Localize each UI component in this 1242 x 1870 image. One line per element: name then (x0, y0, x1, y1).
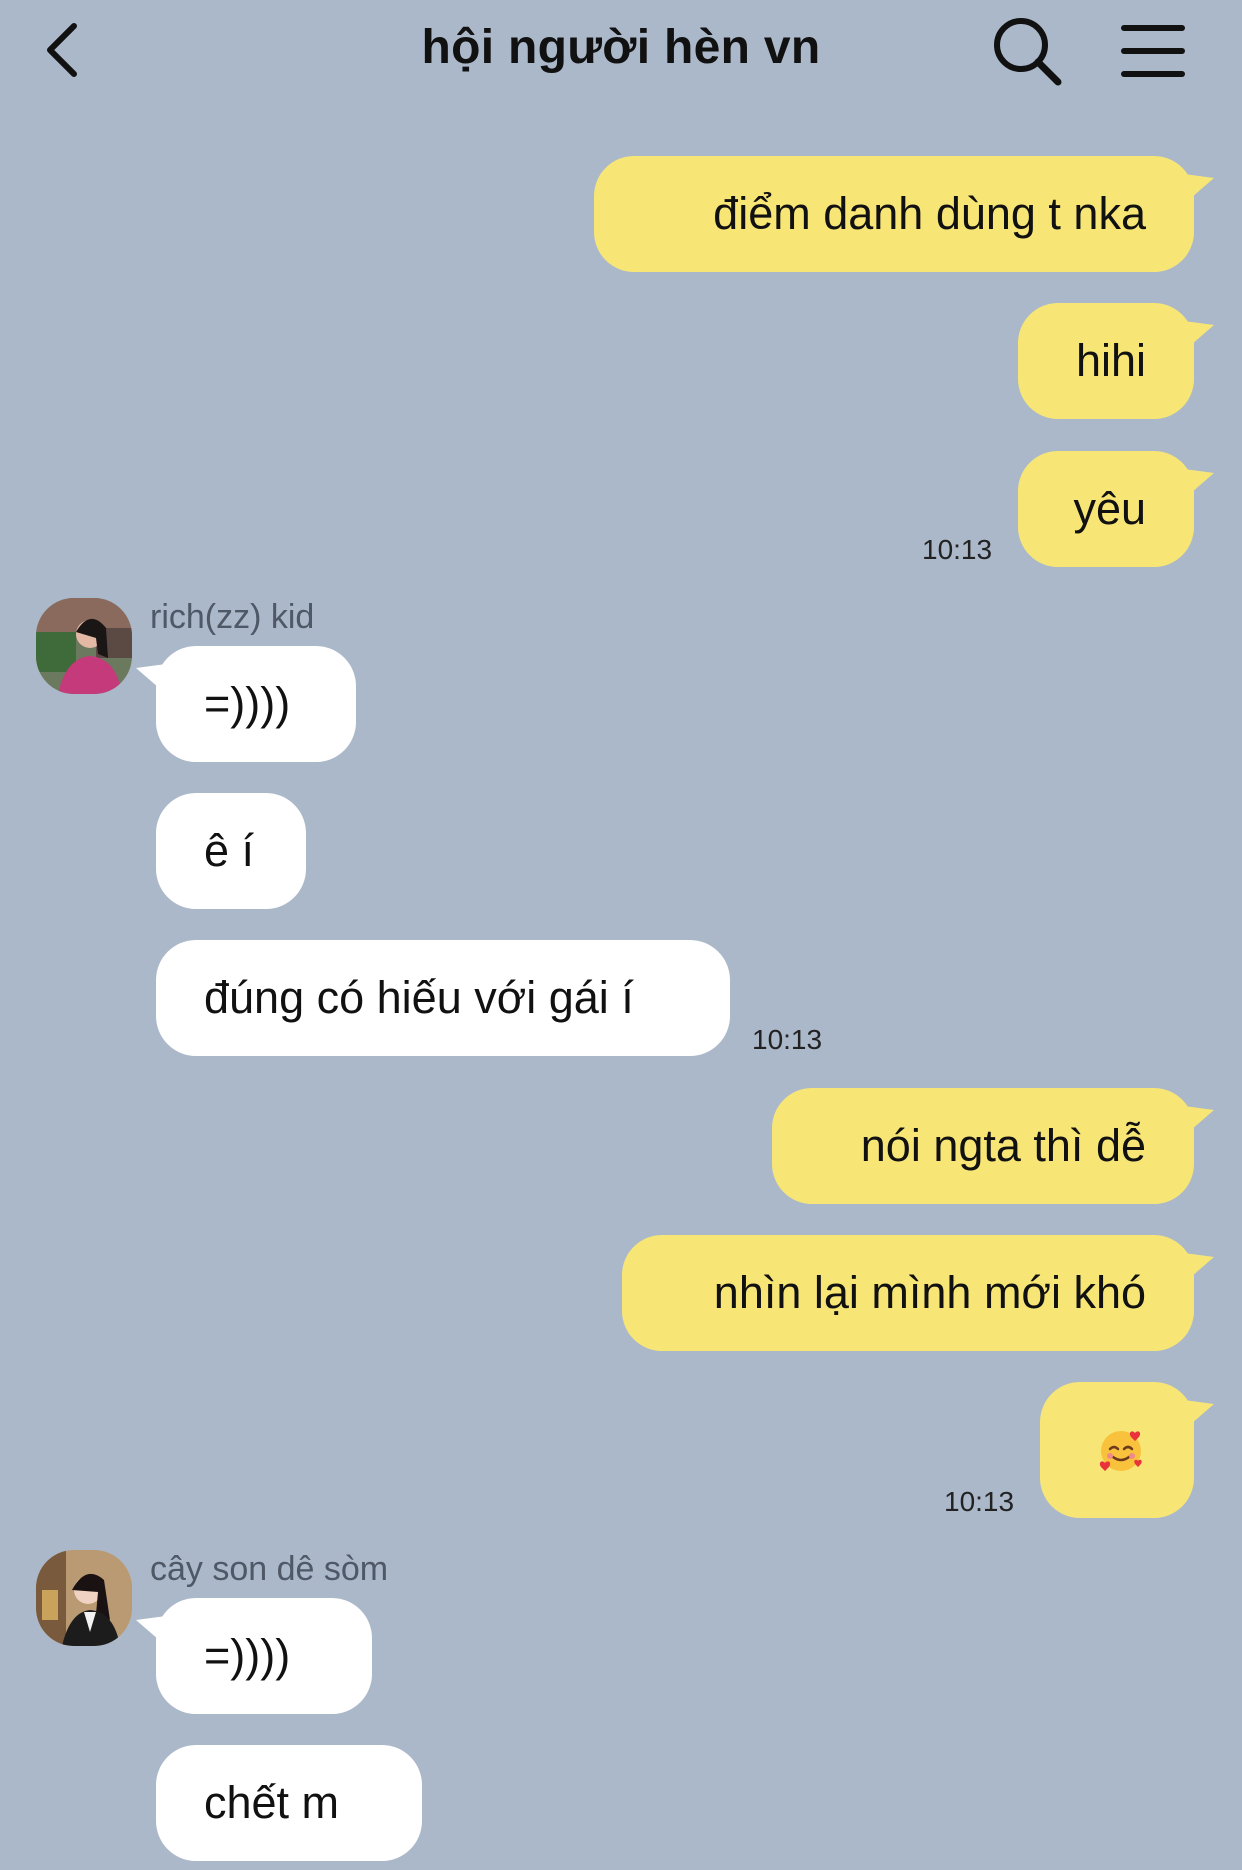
message-timestamp: 10:13 (944, 1486, 1015, 1517)
hamburger-menu-icon (1121, 25, 1185, 77)
message-timestamp: 10:13 (922, 534, 993, 565)
incoming-message[interactable]: =)))) (136, 1598, 372, 1714)
bubble-tail (136, 664, 166, 694)
incoming-message[interactable]: đúng có hiếu với gái í (156, 940, 730, 1056)
search-button[interactable] (990, 14, 1066, 90)
message-text: ê í (204, 825, 255, 876)
bubble-tail (1184, 174, 1214, 204)
bubble-tail (1184, 469, 1214, 499)
message-text: chết m (204, 1777, 340, 1828)
menu-button[interactable] (1118, 20, 1188, 82)
incoming-message[interactable]: =)))) (136, 646, 356, 762)
bubble-tail (1184, 1400, 1214, 1430)
outgoing-message[interactable]: nhìn lại mình mới khó (622, 1235, 1214, 1351)
message-text: đúng có hiếu với gái í (204, 972, 634, 1023)
smiling-face-with-hearts-icon (1099, 1431, 1142, 1471)
sender-name: cây son dê sòm (150, 1550, 389, 1588)
message-text: hihi (1075, 335, 1146, 386)
outgoing-message[interactable]: yêu (1018, 451, 1214, 567)
incoming-message[interactable]: chết m (156, 1745, 422, 1861)
outgoing-message[interactable]: hihi (1018, 303, 1214, 419)
chat-header: hội người hèn vn (0, 0, 1242, 110)
sender-name: rich(zz) kid (150, 598, 315, 636)
message-text: điểm danh dùng t nka (713, 188, 1146, 239)
message-text: =)))) (204, 678, 291, 729)
search-icon (994, 18, 1062, 86)
avatar-photo (36, 598, 132, 694)
message-timestamp: 10:13 (752, 1024, 823, 1055)
avatar-photo (36, 1550, 132, 1646)
message-text: nhìn lại mình mới khó (713, 1267, 1146, 1318)
message-text: =)))) (204, 1630, 291, 1681)
bubble-tail (136, 1616, 166, 1646)
avatar[interactable] (36, 1550, 132, 1646)
bubble-tail (1184, 1106, 1214, 1136)
message-text: nói ngta thì dễ (860, 1120, 1146, 1171)
outgoing-message[interactable]: điểm danh dùng t nka (594, 156, 1214, 272)
outgoing-message[interactable] (1040, 1382, 1214, 1518)
avatar[interactable] (36, 598, 132, 694)
bubble-tail (1184, 321, 1214, 351)
message-text: yêu (1073, 483, 1146, 534)
bubble-tail (1184, 1253, 1214, 1283)
outgoing-message[interactable]: nói ngta thì dễ (772, 1088, 1214, 1204)
incoming-message[interactable]: ê í (156, 793, 306, 909)
